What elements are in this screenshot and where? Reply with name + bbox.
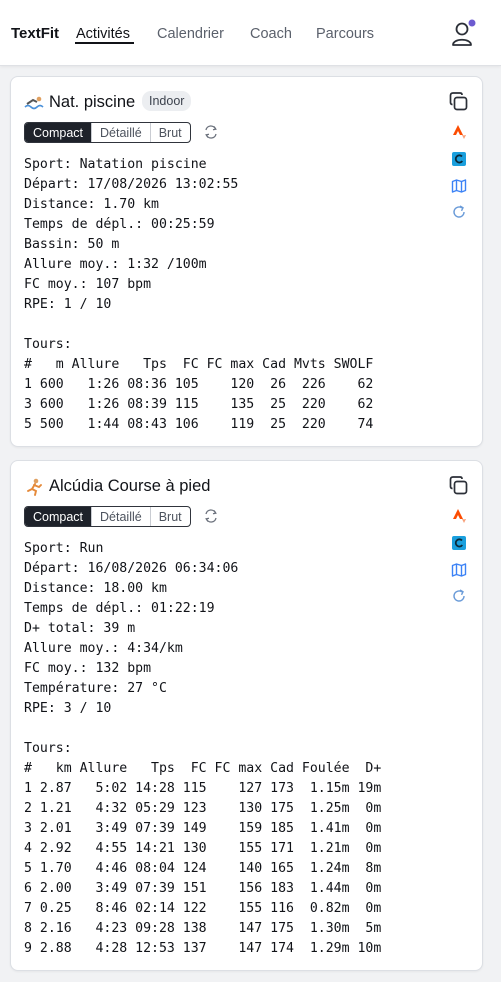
view-mode-brut[interactable]: Brut	[149, 507, 190, 526]
nav-calendrier[interactable]: Calendrier	[157, 26, 224, 42]
activity-text-summary: Sport: Natation piscine Départ: 17/08/20…	[24, 155, 373, 435]
summary-line: FC moy.: 107 bpm	[24, 277, 152, 292]
top-navbar: TextFit Activités Calendrier Coach Parco…	[0, 0, 501, 66]
indoor-badge: Indoor	[142, 91, 192, 111]
map-icon[interactable]	[451, 562, 467, 578]
activity-title[interactable]: Nat. piscine	[24, 93, 135, 112]
activity-title[interactable]: Alcúdia Course à pied	[24, 477, 210, 496]
summary-line: D+ total: 39 m	[24, 621, 136, 636]
sync-icon[interactable]	[203, 508, 219, 524]
summary-line: 1 2.87 5:02 14:28 115 127 173 1.15m 19m	[24, 781, 382, 796]
summary-line: 5 1.70 4:46 08:04 124 140 165 1.24m 8m	[24, 861, 382, 876]
summary-line: 3 2.01 3:49 07:39 149 159 185 1.41m 0m	[24, 821, 382, 836]
strava-icon[interactable]	[452, 508, 468, 525]
swimmer-icon	[24, 96, 44, 109]
summary-line: Départ: 16/08/2026 06:34:06	[24, 561, 239, 576]
nav-active-indicator	[75, 42, 134, 44]
summary-line: Allure moy.: 1:32 /100m	[24, 257, 207, 272]
garmin-connect-icon[interactable]	[452, 536, 466, 550]
activity-card: Nat. piscine Indoor Compact Détaillé Bru…	[10, 76, 483, 447]
summary-line: Sport: Run	[24, 541, 104, 556]
app-brand[interactable]: TextFit	[11, 25, 59, 42]
summary-line: Départ: 17/08/2026 13:02:55	[24, 177, 239, 192]
summary-line: Tours:	[24, 337, 72, 352]
map-icon[interactable]	[451, 178, 467, 194]
strava-icon[interactable]	[452, 124, 468, 141]
summary-line: Bassin: 50 m	[24, 237, 120, 252]
summary-line: # m Allure Tps FC FC max Cad Mvts SWOLF	[24, 357, 374, 372]
view-mode-toggle: Compact Détaillé Brut	[24, 506, 191, 527]
view-mode-detaille[interactable]: Détaillé	[91, 123, 150, 142]
summary-line: 7 0.25 8:46 02:14 122 155 116 0.82m 0m	[24, 901, 382, 916]
reload-icon[interactable]	[451, 588, 467, 604]
summary-line: Temps de dépl.: 01:22:19	[24, 601, 215, 616]
summary-line: Temps de dépl.: 00:25:59	[24, 217, 215, 232]
summary-line: 5 500 1:44 08:43 106 119 25 220 74	[24, 417, 374, 432]
activity-text-summary: Sport: Run Départ: 16/08/2026 06:34:06 D…	[24, 539, 381, 959]
summary-line: Distance: 1.70 km	[24, 197, 159, 212]
summary-line: Température: 27 °C	[24, 681, 167, 696]
summary-line: RPE: 1 / 10	[24, 297, 112, 312]
activity-card: Alcúdia Course à pied Compact Détaillé B…	[10, 460, 483, 971]
view-mode-compact[interactable]: Compact	[25, 507, 92, 526]
nav-activites[interactable]: Activités	[76, 26, 130, 42]
garmin-connect-icon[interactable]	[452, 152, 466, 166]
view-mode-detaille[interactable]: Détaillé	[91, 507, 150, 526]
summary-line: 2 1.21 4:32 05:29 123 130 175 1.25m 0m	[24, 801, 382, 816]
activity-title-text: Alcúdia Course à pied	[49, 477, 211, 495]
sync-icon[interactable]	[203, 124, 219, 140]
nav-coach[interactable]: Coach	[250, 26, 292, 42]
summary-line: Tours:	[24, 741, 72, 756]
summary-line: Distance: 18.00 km	[24, 581, 167, 596]
notification-dot	[468, 19, 476, 27]
activity-title-text: Nat. piscine	[49, 93, 136, 111]
summary-line: 4 2.92 4:55 14:21 130 155 171 1.21m 0m	[24, 841, 382, 856]
summary-line: Allure moy.: 4:34/km	[24, 641, 183, 656]
nav-parcours[interactable]: Parcours	[316, 26, 374, 42]
view-mode-brut[interactable]: Brut	[149, 123, 190, 142]
summary-line: 8 2.16 4:23 09:28 138 147 175 1.30m 5m	[24, 921, 382, 936]
summary-line: 6 2.00 3:49 07:39 151 156 183 1.44m 0m	[24, 881, 382, 896]
summary-line: Sport: Natation piscine	[24, 157, 207, 172]
summary-line: 3 600 1:26 08:39 115 135 25 220 62	[24, 397, 374, 412]
user-icon[interactable]	[449, 18, 479, 48]
summary-line: RPE: 3 / 10	[24, 701, 112, 716]
copy-icon[interactable]	[448, 475, 470, 497]
summary-line: 9 2.88 4:28 12:53 137 147 174 1.29m 10m	[24, 941, 382, 956]
reload-icon[interactable]	[451, 204, 467, 220]
view-mode-toggle: Compact Détaillé Brut	[24, 122, 191, 143]
summary-line: 1 600 1:26 08:36 105 120 26 226 62	[24, 377, 374, 392]
runner-icon	[27, 478, 42, 496]
copy-icon[interactable]	[448, 91, 470, 113]
view-mode-compact[interactable]: Compact	[25, 123, 92, 142]
summary-line: # km Allure Tps FC FC max Cad Foulée D+	[24, 761, 382, 776]
summary-line: FC moy.: 132 bpm	[24, 661, 152, 676]
